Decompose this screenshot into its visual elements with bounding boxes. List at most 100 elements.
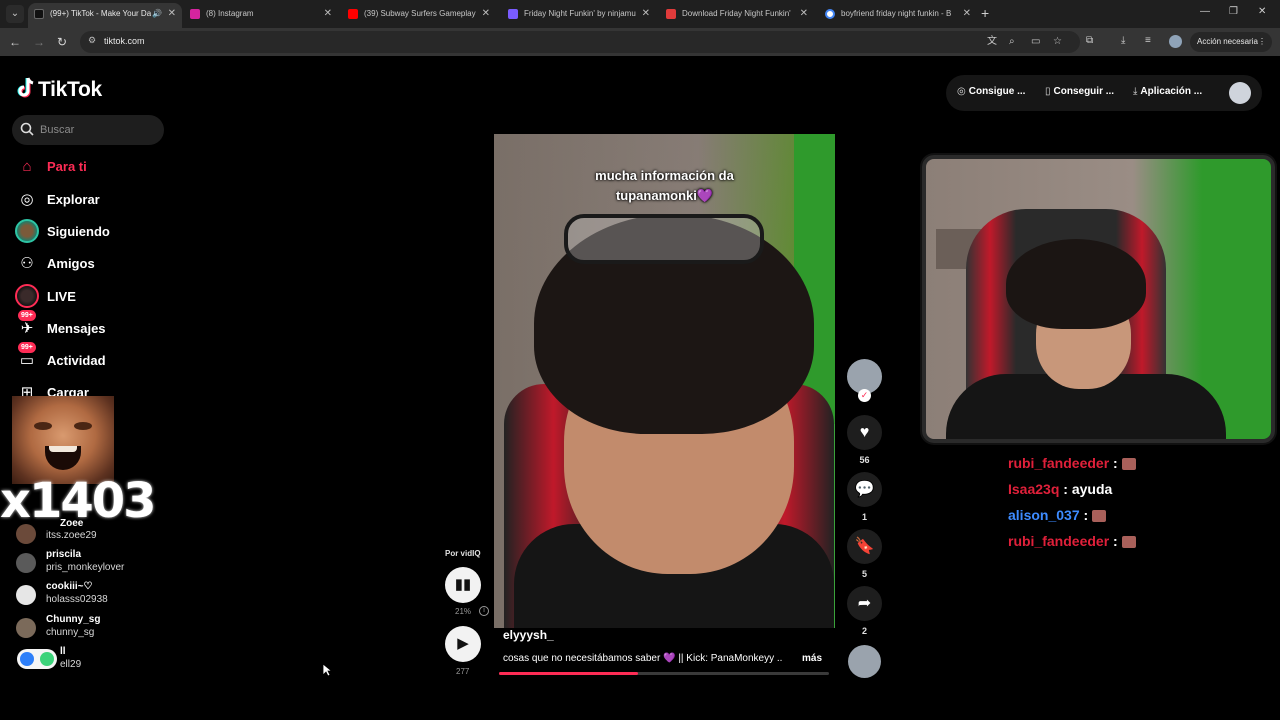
sound-avatar[interactable] xyxy=(848,645,881,678)
caption-line: mucha información da xyxy=(595,168,734,183)
share-count: 2 xyxy=(861,626,867,636)
tab-instagram[interactable]: (8) Instagram ✕ xyxy=(184,3,338,28)
minimize-icon[interactable]: — xyxy=(1200,6,1210,17)
comment-icon[interactable]: 💬 xyxy=(847,472,882,507)
nav-item-following[interactable]: Siguiendo xyxy=(12,219,162,245)
chat-message: alison_037 : xyxy=(1008,507,1268,533)
nav-label: Mensajes xyxy=(47,321,106,336)
media-controls-icon[interactable]: ≡ xyxy=(1145,35,1151,47)
video-caption-overlay: mucha información da tupanamonki💜 xyxy=(494,166,835,206)
tab-fnf-download[interactable]: Download Friday Night Funkin' ✕ xyxy=(660,3,814,28)
nav-item-messages[interactable]: ✈ 99+ Mensajes xyxy=(12,310,162,342)
following-avatar-icon xyxy=(15,219,39,243)
back-arrow-icon[interactable]: ← xyxy=(9,34,21,50)
nav-label: Actividad xyxy=(47,353,106,368)
close-tab-icon[interactable]: ✕ xyxy=(642,3,650,25)
nav-item-activity[interactable]: ▭ 99+ Actividad xyxy=(12,342,162,374)
menu-kebab-icon[interactable]: ⋮ xyxy=(1258,32,1266,52)
caption-line: tupanamonki💜 xyxy=(615,188,714,203)
download-icon[interactable]: ⤓ xyxy=(1121,35,1125,47)
bookmark-star-icon[interactable]: ☆ xyxy=(1053,36,1062,48)
close-tab-icon[interactable]: ✕ xyxy=(963,3,971,25)
video-author[interactable]: elyyysh_ xyxy=(503,628,554,642)
more-link[interactable]: más xyxy=(802,653,822,664)
nav-item-friends[interactable]: ⚇ Amigos xyxy=(12,251,162,277)
account-username: pris_monkeylover xyxy=(46,562,125,573)
bookmark-icon[interactable]: 🔖 xyxy=(847,529,882,564)
chat-message: rubi_fandeeder : xyxy=(1008,533,1268,559)
avatar xyxy=(16,585,36,605)
profile-avatar-icon[interactable] xyxy=(1169,35,1182,48)
avatar xyxy=(16,524,36,544)
following-check-icon[interactable]: ✓ xyxy=(858,389,871,402)
nav-label: Para ti xyxy=(47,159,87,174)
nav-label: Explorar xyxy=(47,192,100,207)
tab-title: (8) Instagram xyxy=(206,9,254,18)
app-download-button[interactable]: ⤓ Aplicación ... xyxy=(1133,86,1202,97)
following-account[interactable]: priscila pris_monkeylover xyxy=(16,549,166,577)
following-account[interactable]: Chunny_sg chunny_sg xyxy=(16,614,166,642)
chat-separator: : xyxy=(1059,481,1072,497)
google-favicon-icon xyxy=(825,9,835,19)
cast-icon[interactable]: ▭ xyxy=(1031,36,1040,48)
tab-tiktok[interactable]: (99+) TikTok - Make Your Da 🔊 ✕ xyxy=(28,3,182,28)
nav-item-explore[interactable]: ◎ Explorar xyxy=(12,187,162,213)
like-heart-icon[interactable]: ♥ xyxy=(847,415,882,450)
get-app-button[interactable]: ▯ Conseguir ... xyxy=(1045,86,1114,97)
vidiq-label: Por vidIQ xyxy=(445,549,481,558)
close-window-icon[interactable]: ✕ xyxy=(1258,6,1266,17)
vidiq-percent: 21% xyxy=(455,607,472,616)
speaker-icon[interactable]: 🔊 xyxy=(152,3,162,25)
tab-search-button[interactable]: ⌄ xyxy=(6,5,24,23)
zoom-icon[interactable]: ⌕ xyxy=(1009,36,1015,48)
url-text: tiktok.com xyxy=(104,36,145,46)
reload-icon[interactable]: ↻ xyxy=(57,34,67,50)
profile-avatar[interactable] xyxy=(1229,82,1251,104)
tab-youtube[interactable]: (39) Subway Surfers Gameplay ✕ xyxy=(342,3,496,28)
app-download-label: Aplicación ... xyxy=(1140,86,1203,97)
restore-icon[interactable]: ❐ xyxy=(1229,6,1238,17)
nav-label: Amigos xyxy=(47,256,95,271)
close-tab-icon[interactable]: ✕ xyxy=(482,3,490,25)
address-bar[interactable]: ⚙ tiktok.com 文 ⌕ ▭ ☆ xyxy=(80,31,1080,53)
tab-fnf-itch[interactable]: Friday Night Funkin' by ninjamu ✕ xyxy=(502,3,656,28)
info-icon[interactable]: i xyxy=(479,606,489,616)
emote-icon xyxy=(1121,536,1136,549)
action-needed-label: Acción necesaria xyxy=(1197,37,1258,46)
site-info-icon[interactable]: ⚙ xyxy=(88,35,96,46)
tab-google-search[interactable]: boyfriend friday night funkin - B ✕ xyxy=(819,3,977,28)
extensions-puzzle-icon[interactable]: ⧉ xyxy=(1086,35,1093,47)
vidiq-stats-icon[interactable]: ▮▮ xyxy=(445,567,481,603)
close-tab-icon[interactable]: ✕ xyxy=(800,3,808,25)
following-account[interactable]: cookiii~♡ holasss02938 xyxy=(16,581,166,609)
account-username: ell29 xyxy=(60,659,82,670)
new-tab-icon[interactable]: + xyxy=(981,5,989,21)
play-icon[interactable]: ▶ xyxy=(445,626,481,662)
share-arrow-icon[interactable]: ➦ xyxy=(847,586,882,621)
action-needed-button[interactable]: Acción necesaria ⋮ xyxy=(1190,32,1272,52)
messages-icon: ✈ xyxy=(20,320,34,337)
following-account[interactable]: Zoee itss.zoee29 xyxy=(16,518,166,548)
tab-title: (99+) TikTok - Make Your Da xyxy=(50,9,152,18)
extension-widget[interactable] xyxy=(17,649,57,669)
stream-chat: rubi_fandeeder : Isaa23q : ayuda alison_… xyxy=(1008,455,1268,559)
forward-arrow-icon[interactable]: → xyxy=(33,34,45,50)
video-description: cosas que no necesitábamos saber 💜 || Ki… xyxy=(503,653,783,664)
person-hair xyxy=(1006,239,1146,329)
search-input[interactable] xyxy=(40,121,158,139)
extension-play-icon[interactable] xyxy=(20,652,34,666)
close-tab-icon[interactable]: ✕ xyxy=(168,3,176,25)
stream-meme-image xyxy=(12,396,114,484)
chat-message: Isaa23q : ayuda xyxy=(1008,481,1268,507)
nav-item-for-you[interactable]: ⌂ Para ti xyxy=(12,154,162,180)
video-progress-bar[interactable] xyxy=(499,672,829,675)
nav-label: LIVE xyxy=(47,289,76,304)
nav-label: Siguiendo xyxy=(47,224,110,239)
get-coins-label: Consigue ... xyxy=(968,86,1026,97)
extension-power-icon[interactable] xyxy=(40,652,54,666)
nav-item-live[interactable]: LIVE xyxy=(12,284,162,310)
get-coins-button[interactable]: ◎ Consigue ... xyxy=(957,86,1025,97)
video-player[interactable]: mucha información da tupanamonki💜 xyxy=(494,134,835,628)
close-tab-icon[interactable]: ✕ xyxy=(324,3,332,25)
translate-icon[interactable]: 文 xyxy=(987,36,997,48)
